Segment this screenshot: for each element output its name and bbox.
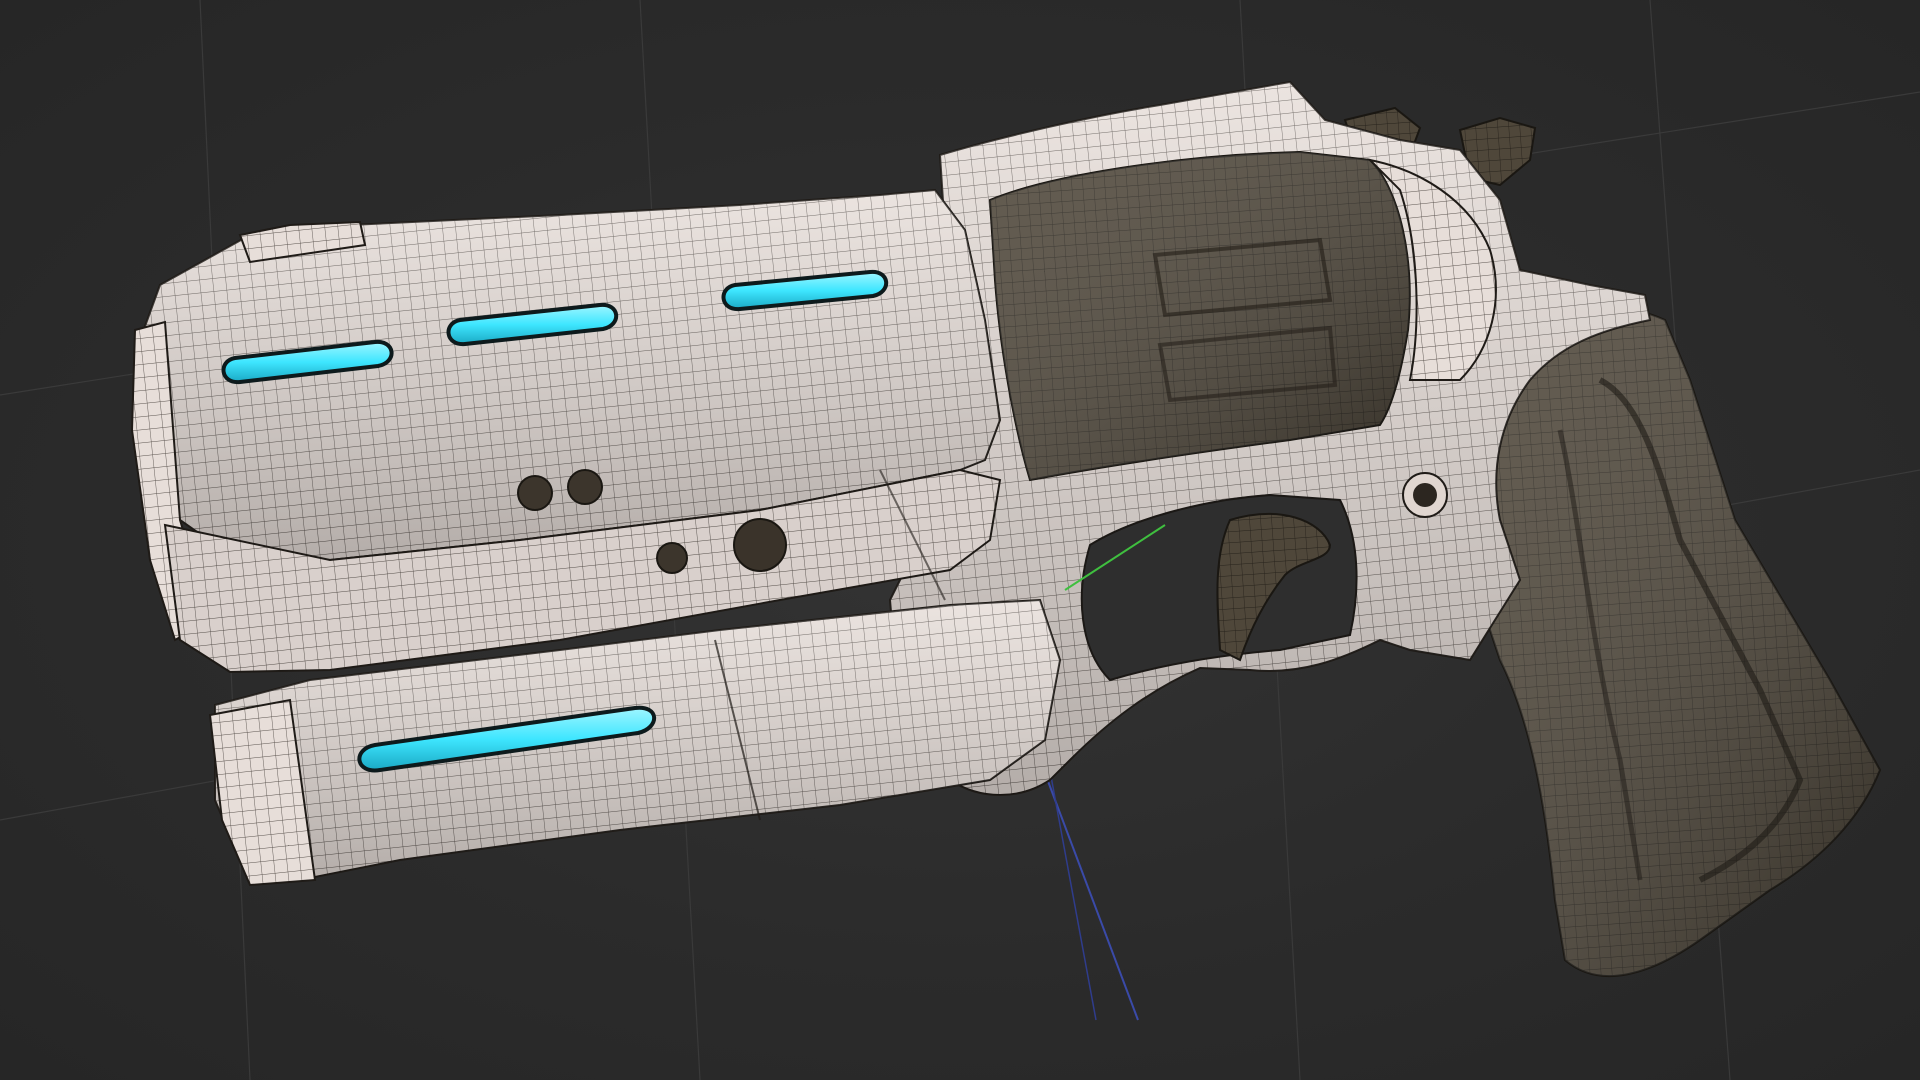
bolt-1 <box>517 475 553 511</box>
bolt-4 <box>656 542 688 574</box>
revolver-model[interactable] <box>130 80 1882 978</box>
viewport-canvas[interactable] <box>0 0 1920 1080</box>
3d-viewport[interactable] <box>0 0 1920 1080</box>
bolt-2 <box>567 469 603 505</box>
bolt-3 <box>733 518 787 572</box>
